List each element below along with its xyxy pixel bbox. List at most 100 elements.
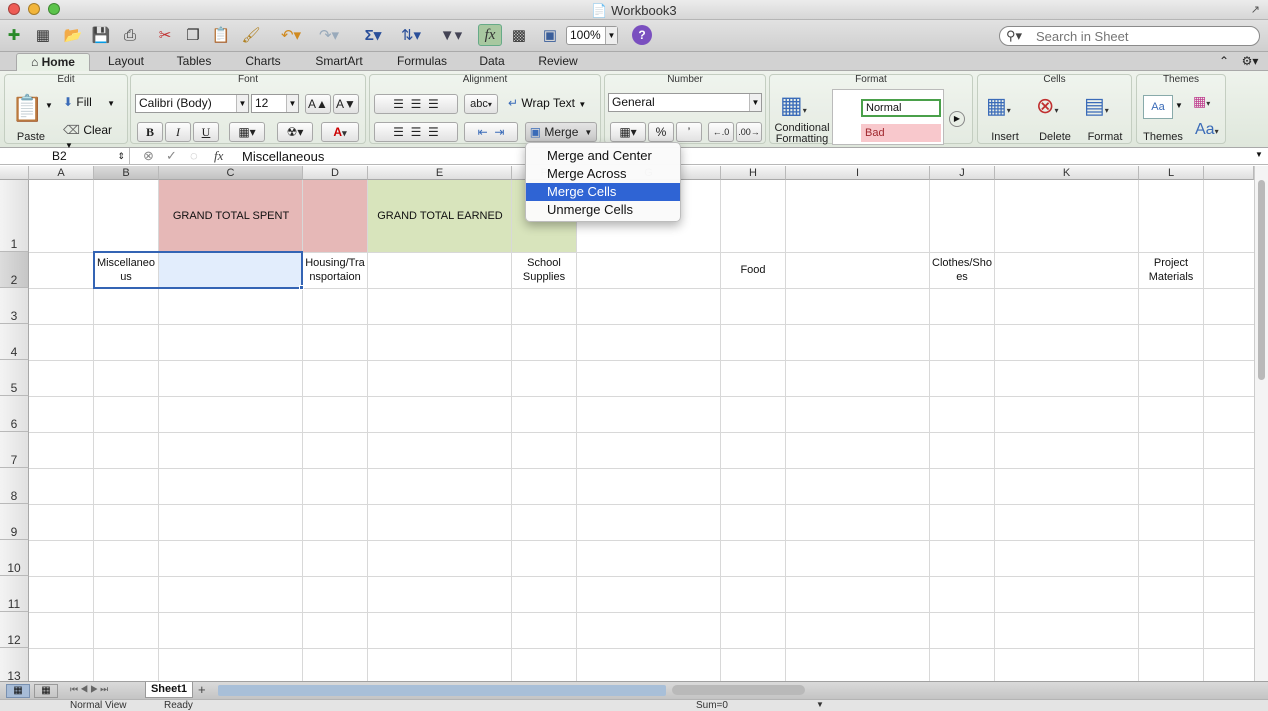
- menu-item-merge-cells[interactable]: Merge Cells: [526, 183, 680, 201]
- insert-button[interactable]: Insert: [982, 131, 1028, 143]
- font-name-select[interactable]: Calibri (Body) ▼: [135, 94, 249, 113]
- undo-icon[interactable]: ↶▾: [276, 24, 306, 46]
- row-header[interactable]: 1: [0, 180, 29, 252]
- select-all-corner[interactable]: [0, 166, 29, 180]
- row-header[interactable]: 13: [0, 648, 29, 681]
- decrease-decimal-button[interactable]: .00→: [736, 122, 762, 142]
- save-icon[interactable]: 💾: [90, 24, 112, 46]
- paste-icon[interactable]: 📋: [11, 93, 43, 123]
- number-format-select[interactable]: General ▼: [608, 93, 762, 112]
- row-header[interactable]: 4: [0, 324, 29, 360]
- column-header[interactable]: I: [786, 166, 930, 180]
- row-header[interactable]: 8: [0, 468, 29, 504]
- row-header[interactable]: 2: [0, 252, 29, 288]
- redo-icon[interactable]: ↷▾: [314, 24, 344, 46]
- column-header[interactable]: C: [159, 166, 303, 180]
- autosum-icon[interactable]: Σ▾: [360, 24, 386, 46]
- insert-function-icon[interactable]: ◌: [190, 148, 198, 163]
- horizontal-scroll-thumb[interactable]: [672, 685, 805, 695]
- row-header[interactable]: 12: [0, 612, 29, 648]
- vertical-scroll-thumb[interactable]: [1258, 180, 1265, 380]
- fullscreen-icon[interactable]: ↗: [1251, 3, 1260, 16]
- next-style-icon[interactable]: ▶: [949, 111, 965, 127]
- wrap-text-button[interactable]: ↵ Wrap Text ▼: [508, 96, 586, 110]
- underline-button[interactable]: U: [193, 122, 219, 142]
- tab-charts[interactable]: Charts: [233, 53, 293, 71]
- horizontal-align-buttons[interactable]: ☰ ☰ ☰: [374, 122, 458, 142]
- cell-h2[interactable]: Food: [721, 252, 785, 288]
- row-header[interactable]: 10: [0, 540, 29, 576]
- themes-button[interactable]: Themes: [1139, 131, 1187, 143]
- open-folder-icon[interactable]: 📂: [62, 24, 84, 46]
- paste-small-icon[interactable]: 📋: [210, 24, 232, 46]
- tab-review[interactable]: Review: [530, 53, 586, 71]
- chevron-down-icon[interactable]: ▼: [1175, 101, 1183, 110]
- vertical-scrollbar[interactable]: [1254, 166, 1268, 681]
- tab-formulas[interactable]: Formulas: [388, 53, 456, 71]
- tab-data[interactable]: Data: [469, 53, 515, 71]
- vertical-align-buttons[interactable]: ☰ ☰ ☰: [374, 94, 458, 114]
- cell-l2[interactable]: Project Materials: [1139, 252, 1203, 288]
- add-sheet-icon[interactable]: +: [198, 682, 206, 697]
- tab-home[interactable]: ⌂ Home: [16, 53, 90, 71]
- style-bad[interactable]: Bad: [861, 124, 941, 142]
- column-header[interactable]: K: [995, 166, 1139, 180]
- cell-c1[interactable]: GRAND TOTAL SPENT: [159, 180, 303, 252]
- ribbon-settings-icon[interactable]: ⚙▾: [1238, 53, 1262, 71]
- fill-color-button[interactable]: ☢▾: [277, 122, 313, 142]
- tab-layout[interactable]: Layout: [96, 53, 156, 71]
- column-header[interactable]: A: [29, 166, 94, 180]
- sheet-navigation-icons[interactable]: ⏮◀▶⏭: [70, 684, 110, 695]
- insert-cells-icon[interactable]: ▦▾: [986, 93, 1011, 119]
- print-icon[interactable]: ⎙: [118, 24, 142, 46]
- row-header[interactable]: 9: [0, 504, 29, 540]
- cell-f2[interactable]: School Supplies: [512, 252, 576, 288]
- format-cells-icon[interactable]: ▤▾: [1084, 93, 1109, 119]
- sum-label[interactable]: Sum=0: [696, 700, 728, 711]
- formula-content[interactable]: Miscellaneous: [242, 149, 324, 164]
- row-header[interactable]: 6: [0, 396, 29, 432]
- column-header[interactable]: B: [94, 166, 159, 180]
- cut-icon[interactable]: ✂: [154, 24, 176, 46]
- font-size-select[interactable]: 12 ▼: [251, 94, 299, 113]
- italic-button[interactable]: I: [165, 122, 191, 142]
- menu-item-merge-across[interactable]: Merge Across: [526, 165, 680, 183]
- clear-button[interactable]: ⌫ Clear ▼: [63, 123, 125, 150]
- row-header[interactable]: 5: [0, 360, 29, 396]
- row-header[interactable]: 11: [0, 576, 29, 612]
- borders-button[interactable]: ▦▾: [229, 122, 265, 142]
- style-normal[interactable]: Normal: [861, 99, 941, 117]
- themes-icon[interactable]: Aa: [1143, 95, 1173, 119]
- column-header[interactable]: D: [303, 166, 368, 180]
- delete-button[interactable]: Delete: [1032, 131, 1078, 143]
- font-color-button[interactable]: A▾: [321, 122, 359, 142]
- theme-colors-icon[interactable]: ▦▾: [1193, 93, 1210, 110]
- column-header[interactable]: E: [368, 166, 512, 180]
- increase-decimal-button[interactable]: ←.0: [708, 122, 734, 142]
- normal-view-icon[interactable]: ▦: [6, 684, 30, 698]
- cell-j2[interactable]: Clothes/Sho es: [930, 252, 994, 288]
- accounting-format-button[interactable]: ▦▾: [610, 122, 646, 142]
- formula-builder-icon[interactable]: fx: [478, 24, 502, 46]
- copy-icon[interactable]: ❐: [182, 24, 204, 46]
- sheet-tab[interactable]: Sheet1: [145, 682, 193, 698]
- column-header[interactable]: L: [1139, 166, 1204, 180]
- delete-cells-icon[interactable]: ⊗▾: [1036, 93, 1058, 119]
- sort-icon[interactable]: ⇅▾: [396, 24, 426, 46]
- paste-chevron-icon[interactable]: ▼: [45, 101, 53, 110]
- search-box[interactable]: ⚲▾: [999, 26, 1260, 46]
- conditional-formatting-icon[interactable]: ▦▾: [780, 91, 807, 120]
- format-painter-icon[interactable]: 🖌: [240, 24, 262, 46]
- row-header[interactable]: 3: [0, 288, 29, 324]
- filter-icon[interactable]: ▼▾: [436, 24, 466, 46]
- chevron-down-icon[interactable]: ▼: [816, 700, 824, 709]
- toolbox-icon[interactable]: ▣: [538, 24, 562, 46]
- orientation-button[interactable]: abc ▾: [464, 94, 498, 114]
- expand-formula-bar-icon[interactable]: ▼: [1255, 150, 1263, 159]
- conditional-formatting-button[interactable]: Conditional Formatting: [770, 123, 834, 145]
- spreadsheet-grid[interactable]: A B C D E F G H I J K L 1 2 3 4 5 6 7 8 …: [0, 166, 1254, 681]
- zoom-select[interactable]: 100% ▼: [566, 26, 618, 45]
- bold-button[interactable]: B: [137, 122, 163, 142]
- format-button[interactable]: Format: [1082, 131, 1128, 143]
- comma-button[interactable]: ’: [676, 122, 702, 142]
